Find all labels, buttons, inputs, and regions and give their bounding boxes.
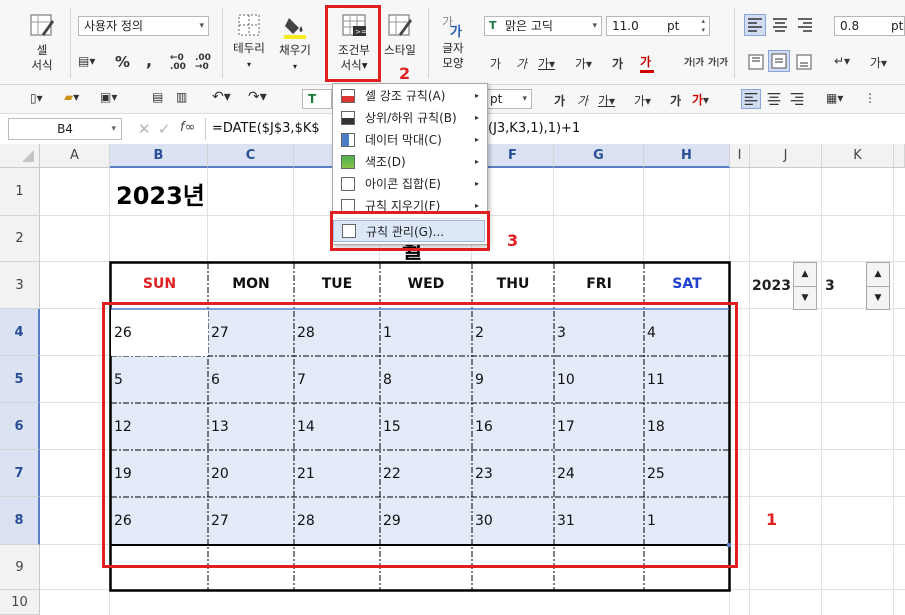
chevron-right-icon: ▸	[474, 113, 479, 122]
menu-item-data-bars[interactable]: 데이터 막대(C) ▸	[333, 129, 485, 151]
spinner-down-icon[interactable]: ▼	[867, 287, 889, 310]
spinner-down-icon[interactable]: ▼	[794, 287, 816, 310]
chevron-right-icon: ▸	[474, 91, 479, 100]
dow-tue: TUE	[321, 276, 353, 292]
chevron-right-icon: ▸	[474, 157, 479, 166]
menu-item-icon-sets[interactable]: 아이콘 집합(E) ▸	[333, 173, 485, 195]
dow-fri: FRI	[586, 276, 612, 292]
calendar-title: 2023년	[116, 182, 205, 210]
menu-item-label: 색조(D)	[365, 155, 406, 169]
menu-item-label: 상위/하위 규칙(B)	[365, 111, 457, 125]
spinner-up-icon[interactable]: ▲	[794, 263, 816, 287]
menu-item-top-bottom-rules[interactable]: 상위/하위 규칙(B) ▸	[333, 107, 485, 129]
step-label-2: 2	[399, 64, 411, 83]
menu-item-label: 데이터 막대(C)	[365, 133, 442, 147]
month-spinner[interactable]: ▲ ▼	[866, 262, 890, 310]
top-bottom-rules-icon	[341, 111, 355, 125]
menu-item-highlight-rules[interactable]: 셀 강조 규칙(A) ▸	[333, 85, 485, 107]
icon-sets-icon	[341, 177, 355, 191]
highlight-box-conditional-format	[325, 5, 381, 82]
year-spinner[interactable]: ▲ ▼	[793, 262, 817, 310]
dow-thu: THU	[496, 276, 530, 292]
spinner-up-icon[interactable]: ▲	[867, 263, 889, 287]
dow-mon: MON	[232, 276, 270, 292]
chevron-right-icon: ▸	[474, 179, 479, 188]
highlight-rules-icon	[341, 89, 355, 103]
dow-wed: WED	[407, 276, 445, 292]
menu-item-label: 셀 강조 규칙(A)	[365, 89, 446, 103]
year-value: 2023	[752, 278, 791, 294]
step-label-1: 1	[766, 510, 778, 529]
step-label-3: 3	[507, 231, 519, 250]
data-bars-icon	[341, 133, 355, 147]
month-value: 3	[825, 278, 835, 294]
highlight-box-manage-rules	[330, 211, 490, 251]
dow-sat: SAT	[672, 276, 702, 292]
dow-sun: SUN	[142, 276, 177, 292]
highlight-box-date-range	[102, 302, 738, 568]
chevron-right-icon: ▸	[474, 135, 479, 144]
menu-item-label: 아이콘 집합(E)	[365, 177, 441, 191]
menu-item-color-scale[interactable]: 색조(D) ▸	[333, 151, 485, 173]
color-scale-icon	[341, 155, 355, 169]
